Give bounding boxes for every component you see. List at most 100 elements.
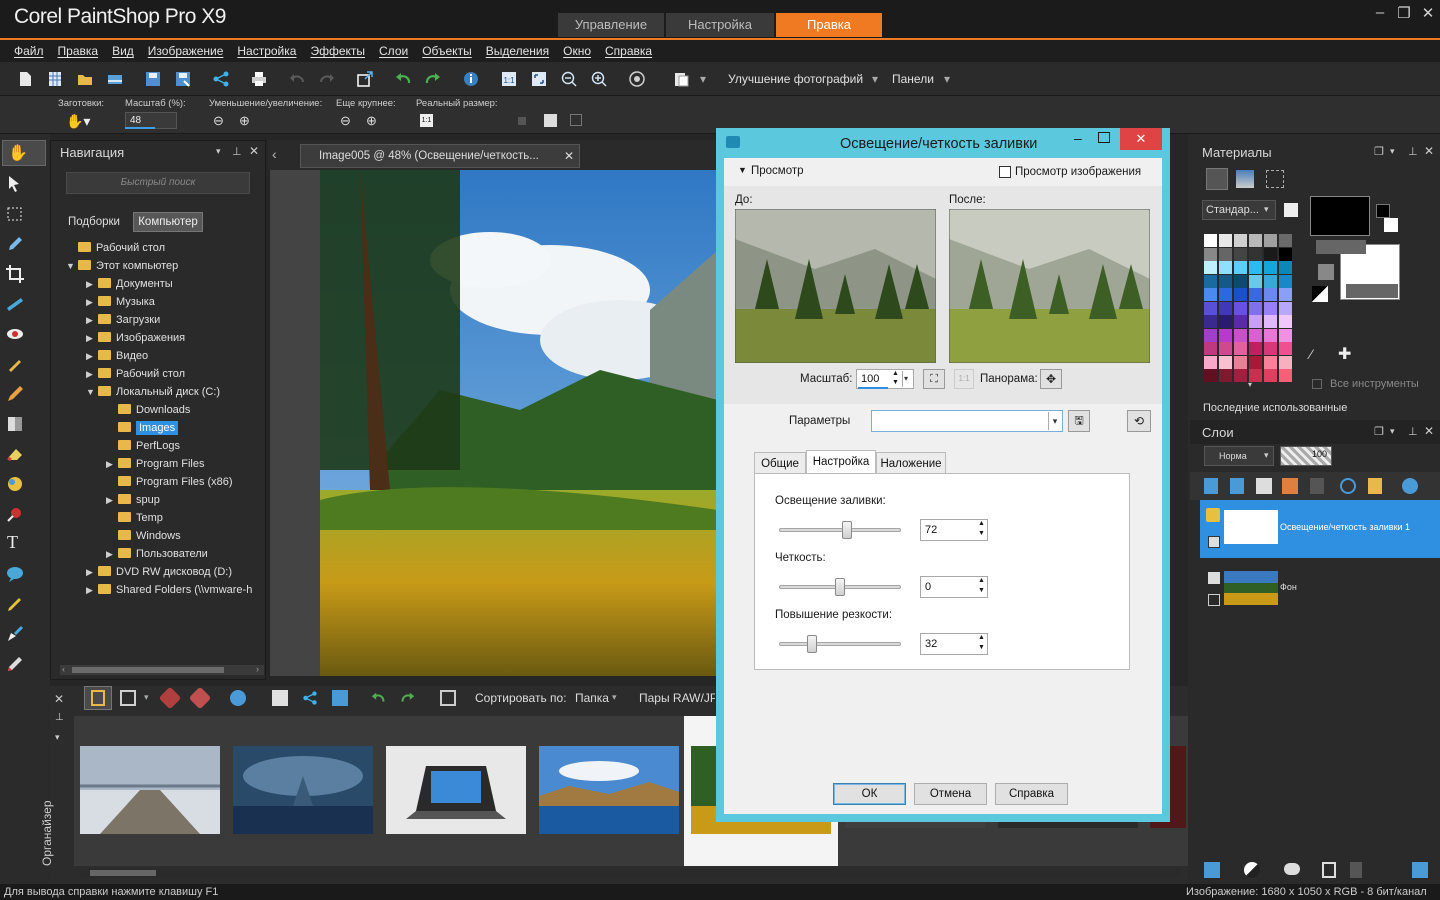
expand-icon[interactable]: ▶ [106,545,118,563]
tree-item[interactable]: Downloads [66,401,264,419]
color-swatch[interactable] [1234,261,1247,274]
color-swatch[interactable] [1264,355,1277,369]
bg-style-buttons[interactable] [1346,284,1398,298]
color-swatch[interactable] [1234,328,1247,342]
color-swatch[interactable] [1219,315,1232,328]
nav-hscroll-thumb[interactable] [72,667,224,673]
gradient-tool-icon[interactable] [5,414,25,434]
adjustment-layer-icon[interactable] [1244,862,1260,878]
find-people-icon[interactable] [230,690,246,706]
color-swatch[interactable] [1264,315,1277,328]
materials-menu-icon[interactable]: ▾ [1390,146,1395,157]
color-swatch[interactable] [1204,274,1217,288]
tree-item[interactable]: Images [66,419,264,437]
layers-menu-icon[interactable]: ▾ [1390,426,1395,437]
dialog-minimize-icon[interactable]: – [1074,130,1082,146]
zoom-out-small-icon[interactable]: ⊖ [213,113,224,129]
tree-item[interactable]: ▶ Shared Folders (\\vmware-h [66,581,264,599]
expand-icon[interactable]: ▶ [86,311,98,329]
document-close-icon[interactable]: ✕ [564,149,574,163]
color-swatch[interactable] [1219,247,1232,261]
fill-tool-icon[interactable] [5,474,25,494]
tree-item[interactable]: ▶ Загрузки [66,311,264,329]
open-folder-icon[interactable] [76,70,94,88]
layer-mask-icon[interactable] [1256,478,1272,494]
collapse-icon[interactable]: ▼ [86,383,98,401]
color-swatch[interactable] [1264,328,1277,342]
color-swatch[interactable] [1219,274,1232,288]
paste-icon[interactable] [672,70,690,88]
color-swatch[interactable] [1279,247,1292,261]
layer-name-2[interactable]: Фон [1280,582,1297,592]
tab-overlay[interactable]: Наложение [876,452,946,474]
blend-dropdown-icon[interactable]: ▾ [1264,450,1269,461]
color-swatch[interactable] [1234,315,1247,328]
expand-icon[interactable]: ▶ [86,347,98,365]
new-layer-icon[interactable] [1204,862,1220,878]
menu-objects[interactable]: Объекты [422,40,472,62]
tree-item[interactable]: ▼ Локальный диск (C:) [66,383,264,401]
add-swatch-icon[interactable]: ✚ [1338,344,1351,364]
tree-item[interactable]: Windows [66,527,264,545]
ok-button[interactable]: ОК [833,783,906,805]
params-dropdown-icon[interactable]: ▾ [1048,412,1061,430]
expand-icon[interactable]: ▶ [86,563,98,581]
color-swatch[interactable] [1219,261,1232,274]
scanner-icon[interactable] [106,70,124,88]
swatch-scroll-icon[interactable]: ▾ [1248,380,1252,389]
print-icon[interactable] [250,70,268,88]
rainbow-mode-icon[interactable] [1236,170,1254,188]
layer-link-toggle[interactable] [1208,536,1220,548]
tree-item[interactable]: Рабочий стол [66,239,264,257]
image-preview-checkbox[interactable] [999,166,1011,178]
menu-layers[interactable]: Слои [379,40,408,62]
straighten-tool-icon[interactable] [5,294,25,314]
tree-item[interactable]: Program Files (x86) [66,473,264,491]
tab-adjust[interactable]: Настройка [666,13,774,37]
mini-fg-swatch[interactable] [1376,204,1390,218]
color-swatch[interactable] [1234,234,1247,247]
rotate-right-icon[interactable] [424,70,442,88]
tree-item[interactable]: ▶ Пользователи [66,545,264,563]
collapse-icon[interactable]: ▼ [66,257,78,275]
rotate-left-icon[interactable] [394,70,412,88]
red-eye-tool-icon[interactable] [5,324,25,344]
color-swatch[interactable] [1279,301,1292,315]
color-manage-icon[interactable] [628,70,646,88]
color-swatch[interactable] [1219,234,1232,247]
view-dropdown-icon[interactable]: ▾ [144,692,149,703]
close-icon[interactable]: ✕ [1416,4,1440,22]
menu-window[interactable]: Окно [563,40,591,62]
fill-light-spinner[interactable]: ▲ ▼ [978,519,985,539]
preview-collapse-icon[interactable]: ▼ [738,165,747,175]
zoom-fit-button[interactable]: ⛶ [923,369,945,389]
swatch-grid[interactable] [1204,234,1294,384]
layer-up-icon[interactable] [1204,478,1218,494]
color-swatch[interactable] [1264,247,1277,261]
lock-icon[interactable] [1368,478,1382,494]
color-swatch[interactable] [1234,355,1247,369]
info-icon[interactable] [462,70,480,88]
color-swatch[interactable] [1249,274,1262,288]
enhance-dropdown-icon[interactable]: ▾ [872,72,878,86]
pick-tool-icon[interactable] [5,174,25,194]
color-swatch[interactable] [1234,342,1247,355]
preset-dropdown-icon[interactable]: ▾ [1264,204,1269,215]
color-swatch[interactable] [1264,369,1277,382]
paint-brush-icon[interactable] [5,384,25,404]
color-swatch[interactable] [1234,247,1247,261]
color-swatch[interactable] [1249,301,1262,315]
layers-restore-icon[interactable]: ❐ [1374,425,1384,438]
raw-pairs-button[interactable]: Пары RAW/JPG [639,691,715,705]
landscape-image[interactable] [320,170,718,676]
color-swatch[interactable] [1279,315,1292,328]
dialog-zoom-dropdown-icon[interactable]: ▾ [902,371,912,387]
nav-close-icon[interactable]: ✕ [249,144,259,158]
organizer-close-icon[interactable]: ✕ [54,692,64,706]
selection-tool-icon[interactable] [5,204,25,224]
clone-tool-icon[interactable] [5,354,25,374]
nav-scroll-left-icon[interactable]: ‹ [62,664,65,674]
zoom-actual-button[interactable]: 1:1 [954,369,974,389]
fill-light-track[interactable] [779,528,901,532]
layers-close-icon[interactable]: ✕ [1424,424,1434,438]
